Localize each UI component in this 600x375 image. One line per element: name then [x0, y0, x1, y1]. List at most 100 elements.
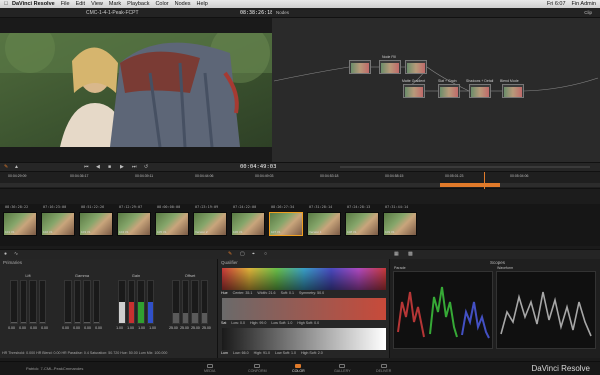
menu-edit[interactable]: Edit — [76, 1, 85, 7]
sat-low-field[interactable]: Low: 0.0 — [231, 321, 245, 325]
eyedropper-icon[interactable]: ✎ — [228, 251, 232, 257]
hue-spectrum[interactable] — [222, 268, 386, 290]
parade-scope[interactable] — [393, 271, 493, 349]
wheel-gain[interactable]: Gain 1.00 1.00 1.00 1.00 — [114, 273, 158, 335]
skip-start-icon[interactable]: ⏮ — [84, 164, 89, 170]
tab-media[interactable]: MEDIA — [204, 364, 215, 373]
wheel-bars[interactable] — [172, 280, 208, 324]
channel-bar[interactable] — [92, 280, 100, 324]
tab-color[interactable]: COLOR — [292, 364, 305, 373]
tab-conform[interactable]: CONFORM — [248, 364, 267, 373]
window-icon[interactable]: ▢ — [240, 251, 245, 257]
circle-icon[interactable]: ● — [4, 251, 7, 257]
clip-thumbnail[interactable]: 102 V1 — [41, 212, 75, 236]
channel-value[interactable]: 1.00 — [149, 326, 156, 330]
clip-thumbnail[interactable]: 107 V1 — [269, 212, 303, 236]
channel-bar[interactable] — [83, 280, 91, 324]
apple-icon[interactable]:  — [4, 1, 12, 7]
channel-bar[interactable] — [29, 280, 37, 324]
node-3[interactable] — [405, 60, 427, 74]
channel-value[interactable]: 0.00 — [8, 326, 15, 330]
clip-name[interactable]: CMC-1-4-1-Peak-FCPT — [86, 10, 139, 16]
viewer-frame[interactable] — [0, 33, 272, 147]
channel-bar[interactable] — [137, 280, 145, 324]
lum-high-field[interactable]: High: 91.0 — [254, 351, 270, 355]
node-6[interactable] — [469, 84, 491, 98]
menu-nodes[interactable]: Nodes — [175, 1, 191, 7]
wheel-bars[interactable] — [10, 280, 46, 324]
channel-value[interactable]: 25.00 — [191, 326, 200, 330]
clip-thumbnail[interactable]: 103 V1 — [79, 212, 113, 236]
hue-soft-field[interactable]: Soft: 0.1 — [281, 291, 294, 295]
hue-width-field[interactable]: Width: 21.6 — [257, 291, 275, 295]
tab-deliver[interactable]: DELIVER — [376, 364, 391, 373]
stop-icon[interactable]: ■ — [108, 164, 111, 170]
channel-bar[interactable] — [10, 280, 18, 324]
sat-high-soft-field[interactable]: High Soft: 0.0 — [297, 321, 319, 325]
clip-thumbnail[interactable]: Version 2 — [193, 212, 227, 236]
lum-low-field[interactable]: Low: 66.0 — [233, 351, 249, 355]
node-2[interactable] — [379, 60, 401, 74]
wheel-gamma[interactable]: Gamma 0.00 0.00 0.00 0.00 — [60, 273, 104, 335]
node-5[interactable] — [438, 84, 460, 98]
pencil-icon[interactable]: ✎ — [4, 164, 8, 170]
hue-center-field[interactable]: Center: 35.1 — [233, 291, 253, 295]
wheel-bars[interactable] — [64, 280, 100, 324]
skip-end-icon[interactable]: ⏭ — [132, 164, 137, 170]
channel-value[interactable]: 0.00 — [84, 326, 91, 330]
node-1[interactable] — [349, 60, 371, 74]
tab-gallery[interactable]: GALLERY — [334, 364, 351, 373]
sat-low-soft-field[interactable]: Low Soft: 1.0 — [271, 321, 292, 325]
channel-value[interactable]: 25.00 — [180, 326, 189, 330]
node-4[interactable] — [403, 84, 425, 98]
clip-thumbnail[interactable]: Version 1 — [307, 212, 341, 236]
zoom-slider[interactable] — [340, 166, 590, 168]
channel-bar[interactable] — [64, 280, 72, 324]
channel-value[interactable]: 0.00 — [19, 326, 26, 330]
hue-symmetry-field[interactable]: Symmetry: 50.0 — [299, 291, 324, 295]
menu-help[interactable]: Help — [197, 1, 208, 7]
waveform-scope[interactable] — [496, 271, 596, 349]
mini-timeline-track[interactable] — [0, 183, 600, 187]
channel-value[interactable]: 1.00 — [138, 326, 145, 330]
wheel-offset[interactable]: Offset 25.00 25.00 25.00 25.00 — [168, 273, 212, 335]
nodes-mode-select[interactable]: Clip — [584, 10, 592, 15]
menu-playback[interactable]: Playback — [127, 1, 149, 7]
lum-low-soft-field[interactable]: Low Soft: 1.0 — [275, 351, 296, 355]
channel-value[interactable]: 1.00 — [127, 326, 134, 330]
tracker-icon[interactable]: ⌖ — [252, 251, 255, 257]
channel-bar[interactable] — [200, 280, 208, 324]
clip-thumbnail[interactable]: 106 V1 — [231, 212, 265, 236]
wipe-icon[interactable]: ▲ — [14, 164, 19, 170]
node-graph[interactable]: Node Fill Matte Gradient Slat + Grain Sh… — [272, 18, 600, 170]
channel-bar[interactable] — [191, 280, 199, 324]
channel-bar[interactable] — [181, 280, 189, 324]
channel-bar[interactable] — [127, 280, 135, 324]
channel-value[interactable]: 0.00 — [73, 326, 80, 330]
wheel-lift[interactable]: Lift 0.00 0.00 0.00 0.00 — [6, 273, 50, 335]
node-7[interactable] — [502, 84, 524, 98]
lum-high-soft-field[interactable]: High Soft: 2.0 — [301, 351, 323, 355]
channel-bar[interactable] — [19, 280, 27, 324]
playhead[interactable] — [484, 172, 485, 190]
menu-mark[interactable]: Mark — [109, 1, 121, 7]
channel-bar[interactable] — [146, 280, 154, 324]
menu-color[interactable]: Color — [155, 1, 168, 7]
user-name[interactable]: Fin Admin — [572, 1, 596, 7]
timeline-ruler[interactable]: 00:04:29:09 00:04:36:17 00:04:39:11 00:0… — [0, 171, 600, 190]
rewind-icon[interactable]: ◀ — [96, 164, 100, 170]
sat-high-field[interactable]: High: 99.0 — [250, 321, 266, 325]
clip-thumbnail[interactable]: 105 V1 — [155, 212, 189, 236]
scope-icon[interactable]: ▦ — [394, 251, 399, 257]
channel-value[interactable]: 0.00 — [30, 326, 37, 330]
clip-thumbnail[interactable]: 108 V1 — [345, 212, 379, 236]
lum-gradient[interactable] — [222, 328, 386, 350]
clip-thumbnail[interactable]: 101 V1 — [3, 212, 37, 236]
wheel-bars[interactable] — [118, 280, 154, 324]
blur-icon[interactable]: ○ — [264, 251, 267, 257]
menu-file[interactable]: File — [61, 1, 70, 7]
grid-icon[interactable]: ▩ — [408, 251, 413, 257]
channel-bar[interactable] — [73, 280, 81, 324]
channel-value[interactable]: 25.00 — [169, 326, 178, 330]
channel-bar[interactable] — [118, 280, 126, 324]
